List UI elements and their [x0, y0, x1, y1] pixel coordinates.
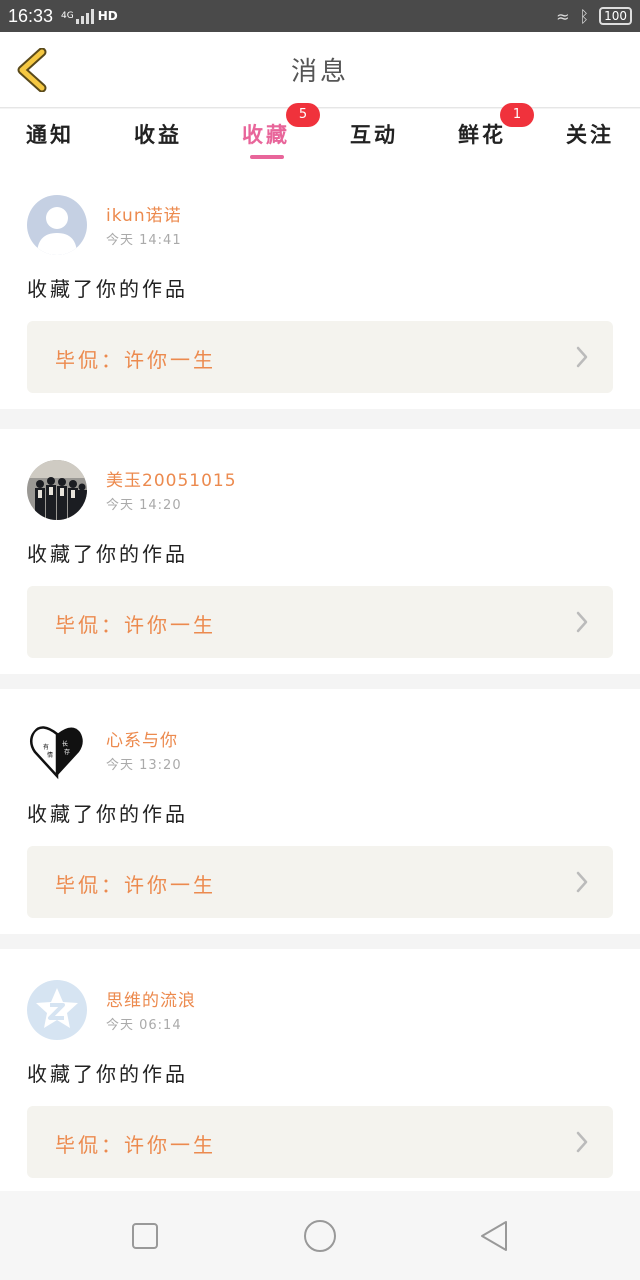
chevron-right-icon	[576, 871, 588, 893]
work-title: 毕侃：许你一生	[55, 613, 216, 637]
active-tab-indicator	[250, 155, 284, 159]
username[interactable]: 心系与你	[106, 726, 178, 751]
tab-favorites[interactable]: 收藏	[242, 119, 290, 149]
back-icon[interactable]	[476, 1218, 512, 1254]
message-time: 今天 14:41	[106, 233, 182, 248]
hd-indicator: HD	[97, 9, 118, 23]
action-text: 收藏了你的作品	[27, 1062, 188, 1086]
action-text: 收藏了你的作品	[27, 542, 188, 566]
action-text: 收藏了你的作品	[27, 802, 188, 826]
chevron-right-icon	[576, 346, 588, 368]
qzone-avatar[interactable]	[27, 980, 87, 1040]
svg-text:存: 存	[64, 748, 70, 756]
recent-apps-icon[interactable]	[127, 1218, 163, 1254]
work-title: 毕侃：许你一生	[55, 1133, 216, 1157]
svg-text:有: 有	[43, 743, 49, 751]
work-link[interactable]: 毕侃：许你一生	[27, 846, 613, 918]
status-bar: 16:33 4G HD ≈ ᛒ 100	[0, 0, 640, 32]
tab-follow[interactable]: 关注	[566, 119, 614, 149]
message-card: 有 情 长 存 心系与你 今天 13:20 收藏了你的作品 毕侃：许你一生	[0, 689, 640, 934]
navigation-bar	[0, 1191, 640, 1280]
home-icon[interactable]	[302, 1218, 338, 1254]
tab-flowers[interactable]: 鲜花	[458, 119, 506, 149]
battery-icon: 100	[599, 7, 632, 25]
message-time: 今天 14:20	[106, 498, 182, 513]
message-card: 思维的流浪 今天 06:14 收藏了你的作品 毕侃：许你一生	[0, 949, 640, 1194]
work-title: 毕侃：许你一生	[55, 873, 216, 897]
message-time: 今天 13:20	[106, 758, 182, 773]
status-time: 16:33	[8, 5, 54, 26]
vibrate-icon: ≈	[556, 6, 570, 26]
chevron-right-icon	[576, 611, 588, 633]
tab-bar: 通知 收益 收藏 5 互动 鲜花 1 关注	[0, 103, 640, 164]
work-title: 毕侃：许你一生	[55, 348, 216, 372]
group-photo-avatar[interactable]	[27, 460, 87, 520]
username[interactable]: 思维的流浪	[106, 986, 196, 1011]
tab-earnings[interactable]: 收益	[134, 119, 182, 149]
svg-text:长: 长	[62, 740, 68, 748]
work-link[interactable]: 毕侃：许你一生	[27, 321, 613, 393]
favorites-badge: 5	[286, 103, 320, 127]
default-person-avatar[interactable]	[27, 195, 87, 255]
heart-avatar[interactable]: 有 情 长 存	[27, 720, 87, 780]
back-arrow-icon[interactable]	[14, 48, 58, 92]
message-card: 美玉20051015 今天 14:20 收藏了你的作品 毕侃：许你一生	[0, 429, 640, 674]
username[interactable]: 美玉20051015	[106, 466, 237, 491]
signal-icon	[75, 8, 94, 24]
message-time: 今天 06:14	[106, 1018, 182, 1033]
tab-interactions[interactable]: 互动	[350, 119, 398, 149]
chevron-right-icon	[576, 1131, 588, 1153]
bluetooth-icon: ᛒ	[579, 6, 590, 26]
username[interactable]: ikun诺诺	[106, 201, 182, 226]
tab-notifications[interactable]: 通知	[26, 119, 74, 149]
flowers-badge: 1	[500, 103, 534, 127]
svg-text:情: 情	[47, 751, 53, 759]
network-type: 4G	[61, 10, 74, 21]
page-title: 消息	[290, 57, 349, 87]
work-link[interactable]: 毕侃：许你一生	[27, 1106, 613, 1178]
message-card: ikun诺诺 今天 14:41 收藏了你的作品 毕侃：许你一生	[0, 164, 640, 409]
action-text: 收藏了你的作品	[27, 277, 188, 301]
work-link[interactable]: 毕侃：许你一生	[27, 586, 613, 658]
header: 消息	[0, 32, 640, 108]
